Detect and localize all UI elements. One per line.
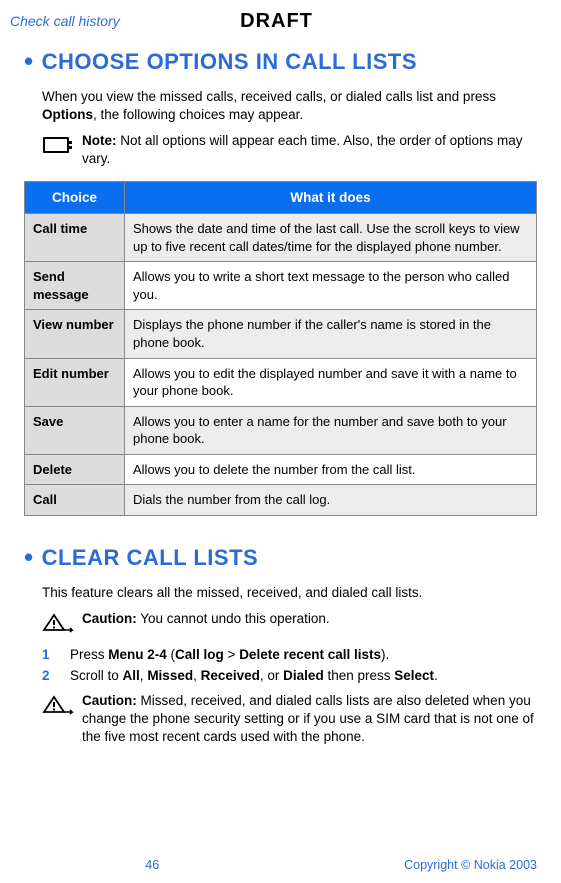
choice-cell: View number xyxy=(25,310,125,358)
note-text: Note: Not all options will appear each t… xyxy=(82,132,537,168)
choice-cell: Save xyxy=(25,406,125,454)
section-heading-clear-lists: CLEAR CALL LISTS xyxy=(0,534,561,584)
caution-icon xyxy=(42,692,82,716)
table-row: Call Dials the number from the call log. xyxy=(25,485,537,516)
table-row: Delete Allows you to delete the number f… xyxy=(25,454,537,485)
table-row: Send message Allows you to write a short… xyxy=(25,262,537,310)
caution-label: Caution: xyxy=(82,611,137,626)
note-icon xyxy=(42,132,82,156)
table-header-desc: What it does xyxy=(125,181,537,214)
caution-body: Missed, received, and dialed calls lists… xyxy=(82,693,534,744)
note-block: Note: Not all options will appear each t… xyxy=(0,132,561,168)
page-number: 46 xyxy=(24,857,281,873)
intro-text-post: , the following choices may appear. xyxy=(93,107,303,122)
steps-list: 1 Press Menu 2-4 (Call log > Delete rece… xyxy=(0,646,561,686)
note-label: Note: xyxy=(82,133,117,148)
section1-intro: When you view the missed calls, received… xyxy=(0,88,561,124)
intro-text-pre: When you view the missed calls, received… xyxy=(42,89,496,104)
step-2: 2 Scroll to All, Missed, Received, or Di… xyxy=(42,667,537,686)
header-breadcrumb: Check call history xyxy=(10,12,188,30)
page-footer: 46 Copyright © Nokia 2003 xyxy=(0,857,561,873)
options-table: Choice What it does Call time Shows the … xyxy=(24,181,537,516)
caution-block-1: Caution: You cannot undo this operation. xyxy=(0,610,561,634)
desc-cell: Displays the phone number if the caller'… xyxy=(125,310,537,358)
section2-intro: This feature clears all the missed, rece… xyxy=(0,584,561,602)
step-number: 1 xyxy=(42,646,70,665)
page-header: Check call history DRAFT xyxy=(0,0,561,38)
caution-label: Caution: xyxy=(82,693,137,708)
desc-cell: Allows you to write a short text message… xyxy=(125,262,537,310)
caution-text-2: Caution: Missed, received, and dialed ca… xyxy=(82,692,537,747)
desc-cell: Allows you to delete the number from the… xyxy=(125,454,537,485)
desc-cell: Allows you to edit the displayed number … xyxy=(125,358,537,406)
caution-block-2: Caution: Missed, received, and dialed ca… xyxy=(0,692,561,747)
intro-text-options: Options xyxy=(42,107,93,122)
table-row: Call time Shows the date and time of the… xyxy=(25,214,537,262)
choice-cell: Send message xyxy=(25,262,125,310)
table-row: View number Displays the phone number if… xyxy=(25,310,537,358)
note-body: Not all options will appear each time. A… xyxy=(82,133,522,166)
caution-icon xyxy=(42,610,82,634)
step-number: 2 xyxy=(42,667,70,686)
caution-body: You cannot undo this operation. xyxy=(137,611,330,626)
section-heading-choose-options: CHOOSE OPTIONS IN CALL LISTS xyxy=(0,38,561,88)
choice-cell: Edit number xyxy=(25,358,125,406)
step-body: Press Menu 2-4 (Call log > Delete recent… xyxy=(70,646,537,665)
caution-text-1: Caution: You cannot undo this operation. xyxy=(82,610,537,628)
table-header-choice: Choice xyxy=(25,181,125,214)
choice-cell: Delete xyxy=(25,454,125,485)
desc-cell: Shows the date and time of the last call… xyxy=(125,214,537,262)
step-body: Scroll to All, Missed, Received, or Dial… xyxy=(70,667,537,686)
choice-cell: Call time xyxy=(25,214,125,262)
table-row: Save Allows you to enter a name for the … xyxy=(25,406,537,454)
draft-watermark: DRAFT xyxy=(188,8,366,34)
copyright: Copyright © Nokia 2003 xyxy=(281,857,538,873)
desc-cell: Allows you to enter a name for the numbe… xyxy=(125,406,537,454)
choice-cell: Call xyxy=(25,485,125,516)
table-row: Edit number Allows you to edit the displ… xyxy=(25,358,537,406)
step-1: 1 Press Menu 2-4 (Call log > Delete rece… xyxy=(42,646,537,665)
desc-cell: Dials the number from the call log. xyxy=(125,485,537,516)
